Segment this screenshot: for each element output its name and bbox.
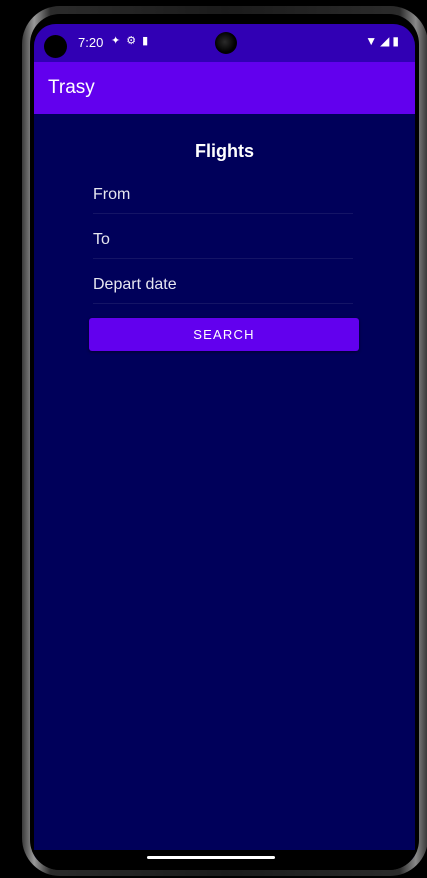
screen: 7:20 ✦ ⚙ ▮ ▼ ◢ ▮ Trasy Flights From To D… [34, 24, 415, 860]
wifi-icon: ▼ [365, 34, 378, 48]
to-field[interactable]: To [93, 222, 353, 259]
phone-bezel: 7:20 ✦ ⚙ ▮ ▼ ◢ ▮ Trasy Flights From To D… [30, 14, 419, 870]
home-indicator[interactable] [147, 856, 275, 859]
status-bar: 7:20 ✦ ⚙ ▮ ▼ ◢ ▮ [34, 24, 415, 62]
from-field-placeholder: From [93, 186, 131, 203]
app-bar: Trasy [34, 62, 415, 114]
page-title: Flights [195, 141, 254, 161]
settings-sync-icon: ⚙ [126, 35, 141, 47]
gesture-nav-bar [30, 850, 419, 870]
from-field[interactable]: From [93, 177, 353, 214]
stage: 7:20 ✦ ⚙ ▮ ▼ ◢ ▮ Trasy Flights From To D… [0, 0, 427, 878]
status-icons-right: ▼ ◢ ▮ [362, 34, 399, 48]
app-title: Trasy [48, 77, 95, 98]
depart-date-field[interactable]: Depart date [93, 267, 353, 304]
depart-date-placeholder: Depart date [93, 276, 177, 293]
sim-card-icon: ▮ [142, 35, 153, 47]
signal-icon: ◢ [380, 34, 390, 48]
battery-icon: ▮ [392, 34, 399, 48]
camera-icon [215, 32, 237, 54]
status-icons-left: ✦ ⚙ ▮ [111, 34, 154, 47]
to-field-placeholder: To [93, 231, 110, 248]
accessibility-icon: ✦ [111, 35, 125, 47]
status-time: 7:20 [78, 35, 104, 50]
search-button[interactable]: SEARCH [89, 318, 359, 351]
main-content: Flights From To Depart date SEARCH [34, 114, 415, 860]
front-sensor-icon [44, 35, 67, 58]
